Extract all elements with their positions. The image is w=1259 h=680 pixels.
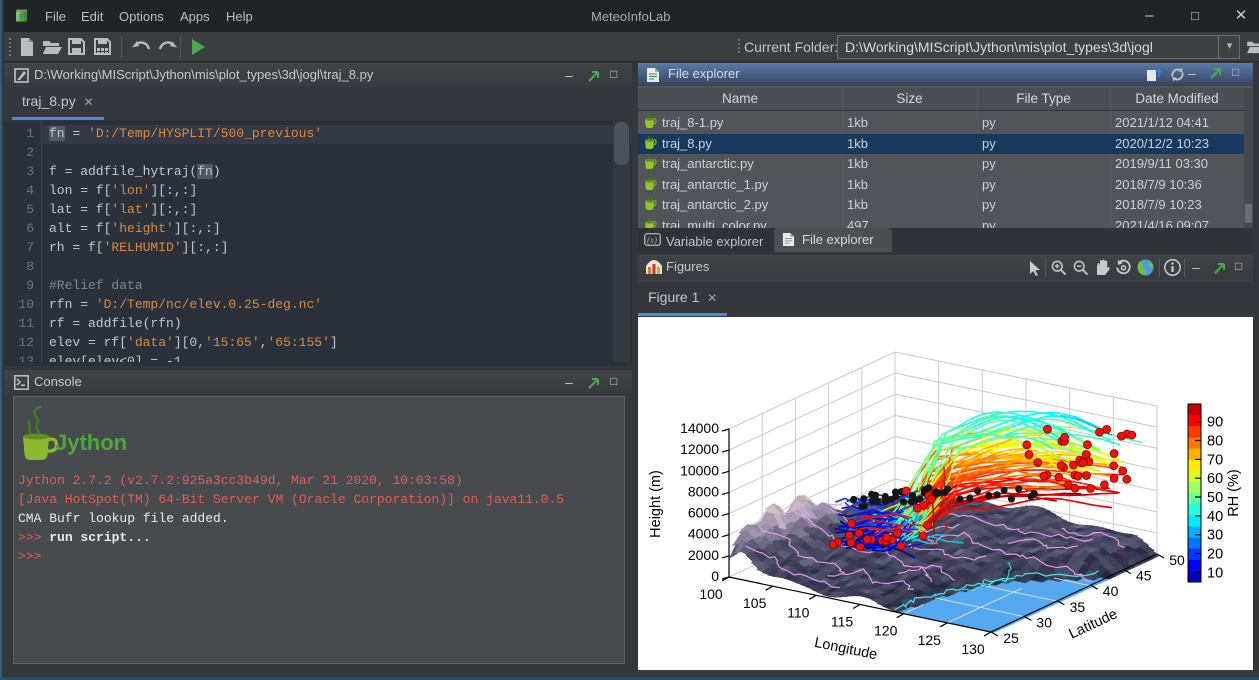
svg-text:0: 0 — [711, 568, 719, 584]
svg-text:40: 40 — [1207, 509, 1223, 525]
svg-text:120: 120 — [874, 623, 898, 639]
svg-text:110: 110 — [787, 604, 810, 620]
svg-text:100: 100 — [699, 586, 723, 602]
svg-text:125: 125 — [918, 632, 942, 648]
svg-text:Height (m): Height (m) — [648, 470, 664, 538]
svg-text:40: 40 — [1103, 583, 1119, 599]
svg-text:105: 105 — [743, 595, 767, 611]
svg-text:25: 25 — [1003, 630, 1019, 646]
svg-text:Jython: Jython — [55, 430, 127, 455]
svg-text:6000: 6000 — [688, 505, 719, 521]
svg-text:45: 45 — [1136, 568, 1152, 584]
svg-text:20: 20 — [1207, 547, 1223, 563]
svg-text:50: 50 — [1169, 552, 1185, 568]
svg-text:10000: 10000 — [680, 462, 719, 478]
svg-text:2000: 2000 — [688, 547, 719, 563]
svg-text:(x): (x) — [647, 235, 657, 245]
svg-text:50: 50 — [1207, 490, 1223, 506]
svg-text:90: 90 — [1207, 415, 1223, 431]
svg-text:8000: 8000 — [688, 483, 719, 499]
svg-text:14000: 14000 — [680, 420, 719, 436]
svg-text:70: 70 — [1207, 452, 1223, 468]
svg-text:10: 10 — [1207, 565, 1223, 581]
svg-text:115: 115 — [831, 614, 854, 630]
svg-text:35: 35 — [1070, 599, 1086, 615]
svg-text:RH (%): RH (%) — [1226, 469, 1242, 517]
svg-text:30: 30 — [1207, 528, 1223, 544]
svg-text:80: 80 — [1207, 434, 1223, 450]
svg-text:30: 30 — [1036, 614, 1052, 630]
svg-text:60: 60 — [1207, 471, 1223, 487]
svg-text:12000: 12000 — [680, 441, 719, 457]
svg-text:4000: 4000 — [688, 526, 719, 542]
svg-text:130: 130 — [961, 641, 985, 657]
